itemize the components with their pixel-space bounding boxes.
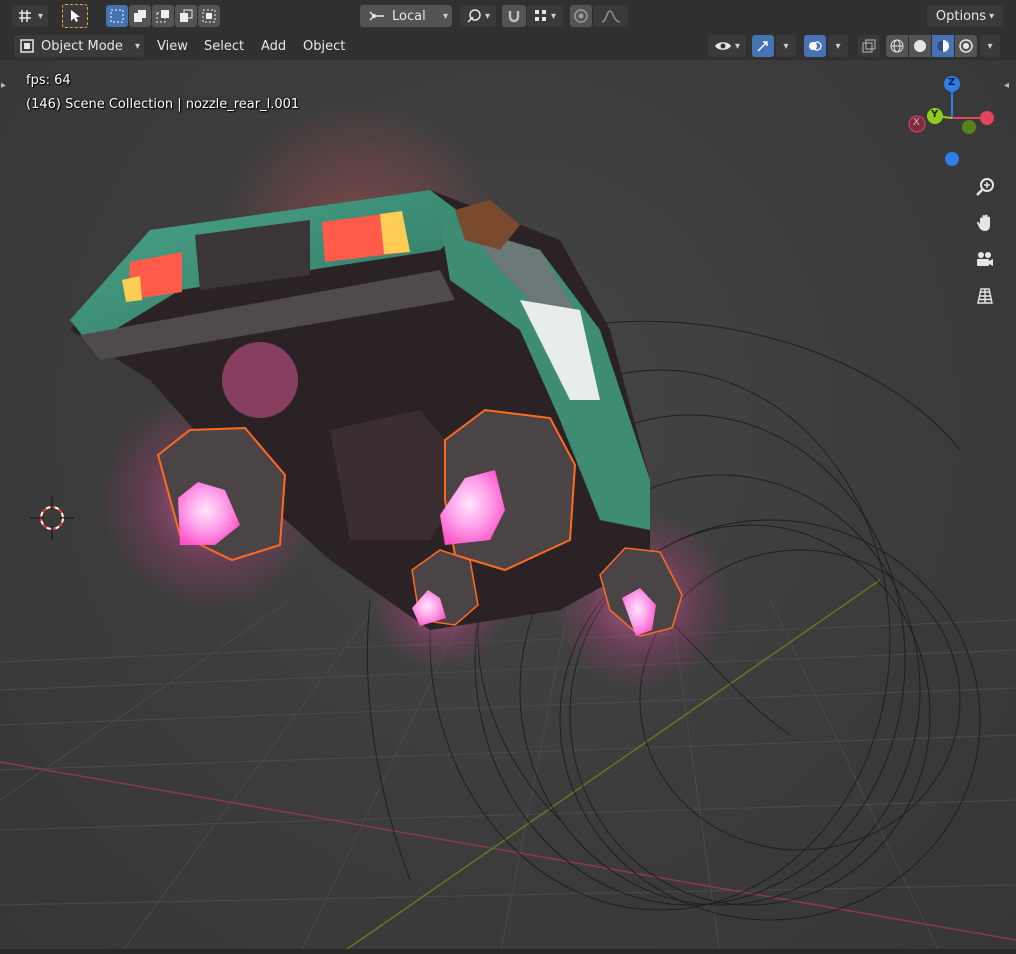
scene-render [0,76,1016,954]
fps-readout: fps: 64 [26,73,71,88]
transform-orientation-value: Local [392,8,426,24]
ortho-toggle-button[interactable] [972,283,998,309]
object-visibility-dropdown[interactable]: ▾ [708,35,746,57]
shading-solid-button[interactable] [909,35,931,57]
chevron-down-icon: ▾ [550,10,557,22]
viewport-editor-icon [18,10,31,22]
shading-material-button[interactable] [932,35,954,57]
tool-header: ▾ Local ▾ ▾ ▾ Options ▾ [0,0,1016,32]
overlays-toggle-button[interactable] [804,35,826,57]
gizmo-x-label[interactable]: X [913,117,920,128]
select-extend-icon [134,10,146,22]
hand-icon [977,214,990,231]
select-invert-icon [180,9,193,22]
blender-3d-viewport-window: ▾ Local ▾ ▾ ▾ Options ▾ Object Mode ▾ ▾ … [0,0,1016,954]
pivot-point-icon [467,9,481,23]
solid-sphere-icon [914,40,926,52]
chevron-down-icon: ▾ [484,10,491,22]
shading-rendered-button[interactable] [955,35,977,57]
cursor-arrow-icon [71,10,80,22]
wireframe-sphere-icon [890,39,904,53]
select-mode-extend-button[interactable] [129,5,151,27]
chevron-down-icon: ▾ [442,10,448,22]
proportional-falloff-dropdown[interactable] [594,5,628,27]
orientation-axes-icon [369,11,384,21]
overlays-icon [809,41,822,51]
navigation-gizmo [908,76,994,166]
select-intersect-icon [202,9,216,23]
select-mode-intersect-button[interactable] [198,5,220,27]
select-mode-new-button[interactable] [106,5,128,27]
thruster-center-large [440,408,577,572]
eye-icon [714,42,731,50]
xray-icon [862,39,876,53]
select-mode-subtract-button[interactable] [152,5,174,27]
falloff-curve-icon [601,10,621,23]
rendered-sphere-icon [959,39,973,53]
menu-object[interactable]: Object [303,38,345,56]
material-sphere-icon [937,40,949,52]
editor-type-button[interactable]: ▾ [12,5,48,27]
chevron-down-icon: ▾ [734,40,741,52]
select-tool-button[interactable] [62,4,88,28]
gizmo-z-label[interactable]: Z [948,77,955,88]
viewport-bottom-edge [0,949,1016,954]
proportional-editing-icon [574,9,588,23]
camera-icon [977,252,993,266]
select-subtract-icon [156,10,169,23]
chevron-down-icon: ▾ [37,10,44,22]
chevron-down-icon: ▾ [987,40,993,52]
shading-dropdown[interactable]: ▾ [980,35,1000,57]
grid-icon [977,288,993,304]
transform-orientation-dropdown[interactable]: Local ▾ [360,5,452,27]
sidebar-expand-tab[interactable]: ◂ [1004,80,1014,98]
snap-increment-icon [534,10,546,21]
object-mode-dropdown[interactable]: Object Mode ▾ [14,35,144,57]
gizmo-y-label[interactable]: Y [931,109,938,120]
menu-add[interactable]: Add [261,38,286,56]
pivot-point-dropdown[interactable]: ▾ [460,5,496,27]
gizmo-dropdown[interactable]: ▾ [776,35,796,57]
camera-view-button[interactable] [972,247,998,273]
zoom-button[interactable] [972,174,998,200]
snap-toggle-button[interactable] [502,5,526,27]
chevron-down-icon: ▾ [835,40,841,52]
magnet-icon [508,11,520,23]
floor-grid [0,599,1016,954]
viewport-header: Object Mode ▾ ▾ ▾ ▾ ▾ [0,32,1016,60]
3d-viewport[interactable]: X Y Z fps: 64 (146) Scene Collection | n… [0,60,1016,954]
xray-toggle-button[interactable] [858,35,880,57]
gizmo-toggle-button[interactable] [752,35,774,57]
pan-button[interactable] [972,210,998,236]
zoom-icon [976,178,994,196]
overlays-dropdown[interactable]: ▾ [828,35,848,57]
select-new-icon [110,9,124,23]
3d-cursor [30,496,74,540]
menu-select[interactable]: Select [204,38,244,56]
chevron-down-icon: ▾ [134,40,140,52]
chevron-down-icon: ▾ [783,40,789,52]
object-mode-label: Object Mode [41,38,123,54]
chevron-down-icon: ▾ [989,10,995,22]
active-collection-text: (146) Scene Collection | nozzle_rear_l.0… [26,97,300,112]
object-mode-icon [20,39,34,53]
options-label: Options [935,8,987,24]
gizmo-arrows-icon [757,41,768,52]
snap-target-dropdown[interactable]: ▾ [527,5,563,27]
toolbar-expand-tab[interactable]: ▸ [1,80,11,98]
proportional-editing-button[interactable] [570,5,592,27]
options-dropdown[interactable]: Options ▾ [927,5,1003,27]
select-mode-invert-button[interactable] [175,5,197,27]
menu-view[interactable]: View [157,38,188,56]
shading-wireframe-button[interactable] [886,35,908,57]
